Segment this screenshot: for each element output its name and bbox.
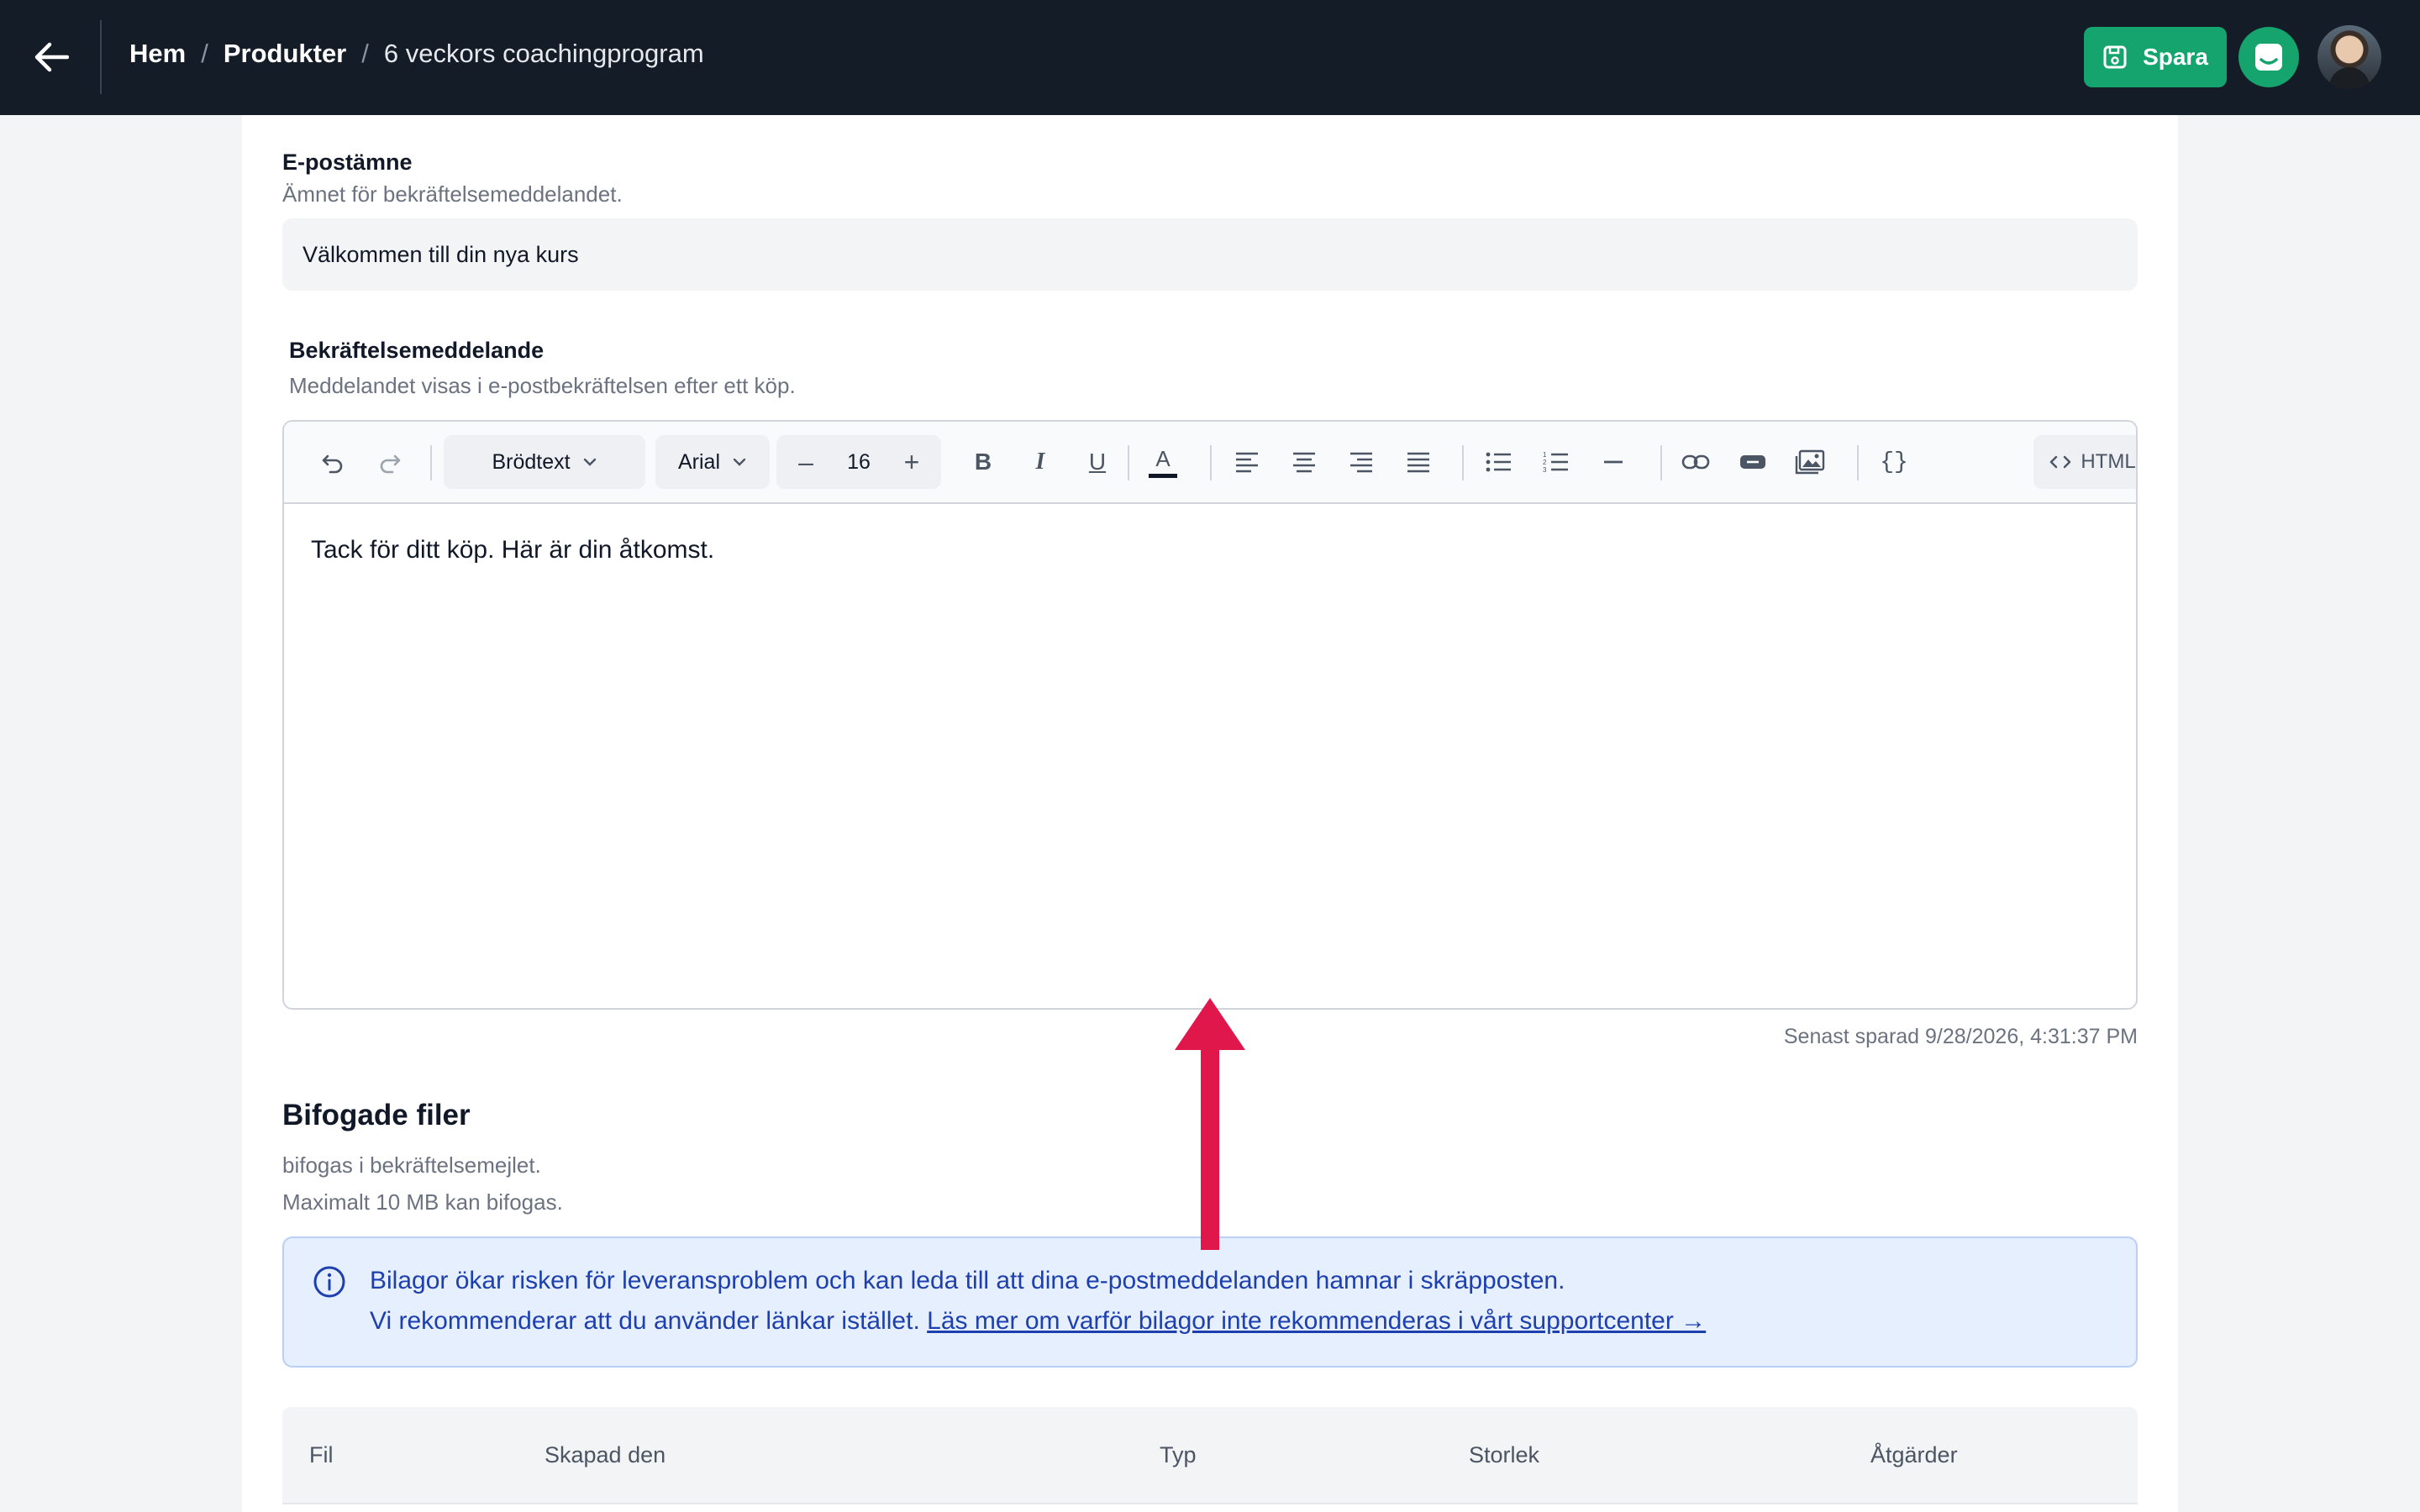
svg-text:1: 1 [1543, 451, 1547, 459]
svg-text:2: 2 [1543, 459, 1547, 466]
redo-button[interactable] [366, 435, 413, 489]
rich-text-editor: Brödtext Arial – 16 + B I U A 1 2 3 {} H… [282, 420, 2138, 1010]
chevron-down-icon [733, 458, 746, 466]
undo-icon [322, 454, 343, 474]
alert-recommendation-text: Vi rekommenderar att du använder länkar … [370, 1307, 920, 1335]
column-header-type[interactable]: Typ [1160, 1442, 1197, 1468]
font-size-decrease[interactable]: – [782, 435, 829, 489]
bullet-list-icon [1486, 452, 1511, 472]
text-color-button[interactable]: A [1139, 435, 1186, 489]
column-header-created[interactable]: Skapad den [544, 1442, 666, 1468]
toolbar-separator [1462, 445, 1464, 480]
message-label: Bekräftelsemeddelande [289, 338, 544, 363]
align-center-button[interactable] [1281, 435, 1328, 489]
user-avatar[interactable] [2317, 25, 2381, 89]
redo-icon [380, 454, 401, 474]
insert-variable-button[interactable]: {} [1870, 435, 1918, 489]
block-format-value: Brödtext [492, 449, 571, 474]
font-family-value: Arial [677, 449, 720, 474]
message-help: Meddelandet visas i e-postbekräftelsen e… [289, 373, 796, 398]
html-view-label: HTML [2081, 450, 2136, 473]
align-center-icon [1293, 452, 1315, 473]
info-icon [313, 1266, 345, 1298]
align-right-icon [1350, 452, 1372, 473]
italic-button[interactable]: I [1017, 435, 1064, 489]
breadcrumb-products[interactable]: Produkter [224, 39, 346, 69]
attachments-help-2: Maximalt 10 MB kan bifogas. [282, 1189, 563, 1215]
horizontal-rule-icon [1604, 460, 1623, 464]
undo-button[interactable] [309, 435, 356, 489]
button-block-icon [1740, 455, 1765, 469]
svg-text:3: 3 [1543, 466, 1547, 474]
attachments-title: Bifogade filer [282, 1099, 471, 1131]
annotation-arrow-up [1175, 998, 1245, 1250]
horizontal-rule-button[interactable] [1590, 435, 1637, 489]
breadcrumb-current: 6 veckors coachingprogram [383, 39, 704, 68]
editor-toolbar: Brödtext Arial – 16 + B I U A 1 2 3 {} H… [284, 422, 2136, 504]
toolbar-separator [1660, 445, 1662, 480]
align-justify-icon [1407, 452, 1429, 473]
column-header-size[interactable]: Storlek [1469, 1442, 1539, 1468]
align-justify-button[interactable] [1395, 435, 1442, 489]
align-left-icon [1236, 452, 1258, 473]
column-header-file[interactable]: Fil [309, 1442, 334, 1468]
subject-label: E-postämne [282, 150, 413, 175]
inbox-icon [2255, 44, 2282, 71]
bullet-list-button[interactable] [1476, 435, 1523, 489]
breadcrumb-separator: / [361, 39, 369, 68]
top-bar: Hem / Produkter / 6 veckors coachingprog… [0, 0, 2420, 115]
attachments-help-1: bifogas i bekräftelsemejlet. [282, 1152, 541, 1178]
subject-help: Ämnet för bekräftelsemeddelandet. [282, 181, 623, 207]
subject-input[interactable] [282, 218, 2138, 291]
last-saved-status: Senast sparad 9/28/2026, 4:31:37 PM [1783, 1025, 2138, 1048]
toolbar-separator [1128, 445, 1129, 480]
text-color-swatch [1149, 474, 1177, 478]
toolbar-separator [1210, 445, 1212, 480]
column-header-actions: Åtgärder [1870, 1442, 1958, 1467]
align-right-button[interactable] [1338, 435, 1385, 489]
chat-button[interactable] [2238, 27, 2299, 87]
breadcrumb-separator: / [201, 39, 208, 68]
attachments-warning-alert: Bilagor ökar risken för leveransproblem … [282, 1236, 2138, 1368]
save-button[interactable]: Spara [2084, 27, 2227, 87]
font-size-value[interactable]: 16 [829, 450, 888, 475]
floppy-disk-icon [2103, 45, 2127, 69]
link-icon [1681, 454, 1710, 470]
topbar-divider [100, 20, 102, 94]
image-gallery-icon [1795, 449, 1825, 475]
support-center-link[interactable]: Läs mer om varför bilagor inte rekommend… [927, 1307, 1706, 1335]
breadcrumb-home[interactable]: Hem [129, 39, 186, 69]
save-button-label: Spara [2143, 44, 2208, 70]
chevron-down-icon [583, 458, 596, 466]
font-size-stepper: – 16 + [776, 435, 941, 489]
block-format-select[interactable]: Brödtext [444, 435, 645, 489]
html-view-button[interactable]: HTML [2033, 435, 2136, 489]
breadcrumb: Hem / Produkter / 6 veckors coachingprog… [129, 39, 704, 69]
text-color-icon: A [1155, 446, 1171, 471]
alert-message: Bilagor ökar risken för leveransproblem … [370, 1267, 1565, 1294]
insert-button-button[interactable] [1729, 435, 1776, 489]
editor-content[interactable]: Tack för ditt köp. Här är din åtkomst. [311, 536, 714, 564]
underline-button[interactable]: U [1074, 435, 1121, 489]
arrow-left-icon [34, 42, 69, 72]
toolbar-separator [430, 445, 432, 480]
font-size-increase[interactable]: + [888, 435, 935, 489]
attachments-table-header: Fil Skapad den Typ Storlek Åtgärder [282, 1407, 2138, 1504]
numbered-list-icon: 123 [1543, 451, 1568, 474]
insert-link-button[interactable] [1672, 435, 1719, 489]
bold-button[interactable]: B [960, 435, 1007, 489]
code-icon [2050, 455, 2071, 469]
numbered-list-button[interactable]: 123 [1533, 435, 1580, 489]
insert-image-button[interactable] [1786, 435, 1833, 489]
align-left-button[interactable] [1223, 435, 1270, 489]
alert-recommendation: Vi rekommenderar att du använder länkar … [370, 1307, 1706, 1336]
back-button[interactable] [30, 34, 72, 81]
toolbar-separator [1857, 445, 1859, 480]
font-family-select[interactable]: Arial [655, 435, 770, 489]
